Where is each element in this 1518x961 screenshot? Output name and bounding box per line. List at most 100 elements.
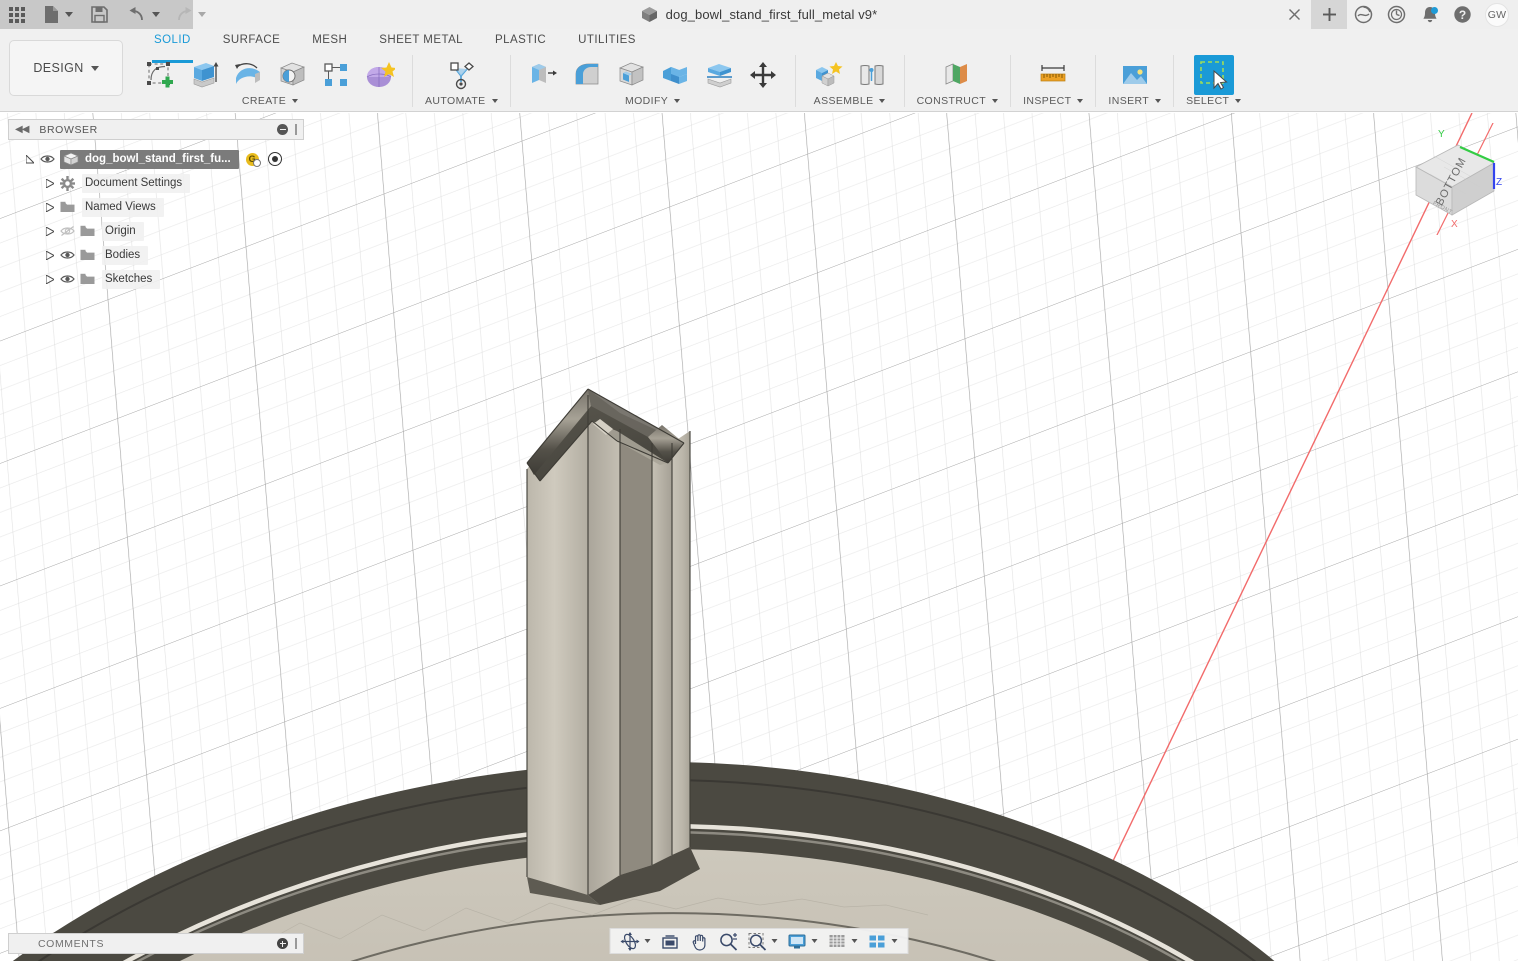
browser-row-chip[interactable]: Sketches bbox=[102, 270, 160, 289]
inspect-group-label[interactable]: INSPECT bbox=[1023, 95, 1083, 107]
browser-row-document-settings[interactable]: Document Settings bbox=[8, 171, 304, 195]
comments-panel[interactable]: COMMENTS bbox=[8, 933, 304, 954]
ribbon-group-inspect: INSPECT bbox=[1015, 51, 1091, 112]
activate-component-icon[interactable] bbox=[268, 152, 282, 166]
help-button[interactable]: ? bbox=[1446, 0, 1479, 29]
zoom-window-button[interactable] bbox=[744, 929, 782, 953]
save-icon bbox=[91, 6, 108, 23]
revolve-button[interactable] bbox=[228, 55, 268, 95]
expand-arrow-icon[interactable] bbox=[46, 203, 54, 212]
browser-row-component[interactable]: dog_bowl_stand_first_fu... G bbox=[8, 147, 304, 171]
split-face-icon bbox=[704, 60, 734, 90]
undo-button[interactable] bbox=[120, 0, 166, 29]
automate-group-label[interactable]: AUTOMATE bbox=[425, 95, 498, 107]
select-tool-button[interactable] bbox=[1194, 55, 1234, 95]
new-component-button[interactable] bbox=[808, 55, 848, 95]
chevron-down-icon bbox=[152, 12, 160, 17]
move-arrows-icon bbox=[748, 60, 778, 90]
tab-utilities[interactable]: UTILITIES bbox=[562, 29, 652, 51]
job-status-button[interactable] bbox=[1347, 0, 1380, 29]
tab-mesh[interactable]: MESH bbox=[296, 29, 363, 51]
visibility-eye-icon[interactable] bbox=[40, 153, 55, 165]
browser-row-chip[interactable]: Named Views bbox=[82, 198, 164, 217]
zoom-button[interactable] bbox=[715, 929, 742, 953]
redo-button[interactable] bbox=[166, 0, 212, 29]
browser-row-sketches[interactable]: Sketches bbox=[8, 267, 304, 291]
tab-solid[interactable]: SOLID bbox=[138, 29, 207, 51]
hole-button[interactable] bbox=[272, 55, 312, 95]
close-tab-button[interactable] bbox=[1278, 0, 1311, 29]
tab-sheet-metal[interactable]: SHEET METAL bbox=[363, 29, 479, 51]
browser-row-chip[interactable]: Document Settings bbox=[82, 174, 190, 193]
chevron-down-icon bbox=[992, 99, 998, 103]
browser-row-origin[interactable]: Origin bbox=[8, 219, 304, 243]
collapse-left-icon[interactable]: ◀◀ bbox=[15, 124, 28, 135]
construct-plane-button[interactable] bbox=[937, 55, 977, 95]
tab-label: PLASTIC bbox=[495, 34, 546, 46]
insert-group-label[interactable]: INSERT bbox=[1108, 95, 1161, 107]
view-cube[interactable]: BOTTOM FRONT Y X Z bbox=[1398, 123, 1510, 235]
viewports-button[interactable] bbox=[864, 929, 902, 953]
minimize-icon[interactable] bbox=[277, 124, 288, 135]
shell-button[interactable] bbox=[611, 55, 651, 95]
fillet-button[interactable] bbox=[567, 55, 607, 95]
browser-row-label: Document Settings bbox=[85, 177, 182, 189]
create-group-label[interactable]: CREATE bbox=[242, 95, 298, 107]
browser-row-bodies[interactable]: Bodies bbox=[8, 243, 304, 267]
modify-group-label[interactable]: MODIFY bbox=[625, 95, 680, 107]
browser-row-chip[interactable]: Origin bbox=[102, 222, 144, 241]
create-sketch-button[interactable] bbox=[140, 55, 180, 95]
form-sculpt-icon bbox=[365, 60, 395, 90]
measure-button[interactable] bbox=[1033, 55, 1073, 95]
expand-arrow-icon[interactable] bbox=[46, 275, 54, 284]
create-form-button[interactable] bbox=[360, 55, 400, 95]
ribbon-groups: CREATE bbox=[132, 51, 1518, 112]
display-settings-button[interactable] bbox=[784, 929, 822, 953]
save-button[interactable] bbox=[79, 0, 120, 29]
panel-resize-grip[interactable] bbox=[295, 124, 297, 135]
add-comment-icon[interactable] bbox=[277, 938, 288, 949]
pan-button[interactable] bbox=[686, 929, 713, 953]
browser-row-chip[interactable]: dog_bowl_stand_first_fu... bbox=[60, 150, 239, 169]
automate-button[interactable] bbox=[441, 55, 481, 95]
apps-grid-button[interactable] bbox=[0, 0, 37, 29]
combine-button[interactable] bbox=[655, 55, 695, 95]
notifications-button[interactable] bbox=[1413, 0, 1446, 29]
plus-icon bbox=[1322, 7, 1337, 22]
tab-surface[interactable]: SURFACE bbox=[207, 29, 296, 51]
expand-arrow-icon[interactable] bbox=[46, 227, 54, 236]
extrude-button[interactable] bbox=[184, 55, 224, 95]
new-tab-button[interactable] bbox=[1311, 0, 1347, 29]
hole-icon bbox=[277, 60, 307, 90]
browser-row-chip[interactable]: Bodies bbox=[102, 246, 148, 265]
file-menu-button[interactable] bbox=[37, 0, 79, 29]
press-pull-button[interactable] bbox=[523, 55, 563, 95]
zoom-magnifier-icon bbox=[719, 932, 738, 951]
grounded-badge[interactable]: G bbox=[246, 153, 259, 166]
ribbon-group-assemble: ASSEMBLE bbox=[800, 51, 900, 112]
orbit-button[interactable] bbox=[617, 929, 655, 953]
assemble-group-label[interactable]: ASSEMBLE bbox=[814, 95, 886, 107]
joint-icon bbox=[857, 60, 887, 90]
visibility-eye-icon[interactable] bbox=[60, 249, 75, 261]
browser-row-named-views[interactable]: Named Views bbox=[8, 195, 304, 219]
joint-button[interactable] bbox=[852, 55, 892, 95]
tab-plastic[interactable]: PLASTIC bbox=[479, 29, 562, 51]
select-group-label[interactable]: SELECT bbox=[1186, 95, 1241, 107]
visibility-eye-off-icon[interactable] bbox=[60, 225, 75, 237]
workspace-selector[interactable]: DESIGN bbox=[9, 40, 123, 96]
panel-resize-grip[interactable] bbox=[295, 938, 297, 949]
expand-arrow-icon[interactable] bbox=[26, 155, 34, 164]
recent-button[interactable] bbox=[1380, 0, 1413, 29]
grid-snaps-button[interactable] bbox=[824, 929, 862, 953]
rectangular-pattern-button[interactable] bbox=[316, 55, 356, 95]
move-copy-button[interactable] bbox=[743, 55, 783, 95]
avatar[interactable]: GW bbox=[1485, 3, 1509, 27]
split-face-button[interactable] bbox=[699, 55, 739, 95]
visibility-eye-icon[interactable] bbox=[60, 273, 75, 285]
expand-arrow-icon[interactable] bbox=[46, 251, 54, 260]
insert-button[interactable] bbox=[1115, 55, 1155, 95]
expand-arrow-icon[interactable] bbox=[46, 179, 54, 188]
fit-button[interactable] bbox=[657, 929, 684, 953]
construct-group-label[interactable]: CONSTRUCT bbox=[917, 95, 999, 107]
